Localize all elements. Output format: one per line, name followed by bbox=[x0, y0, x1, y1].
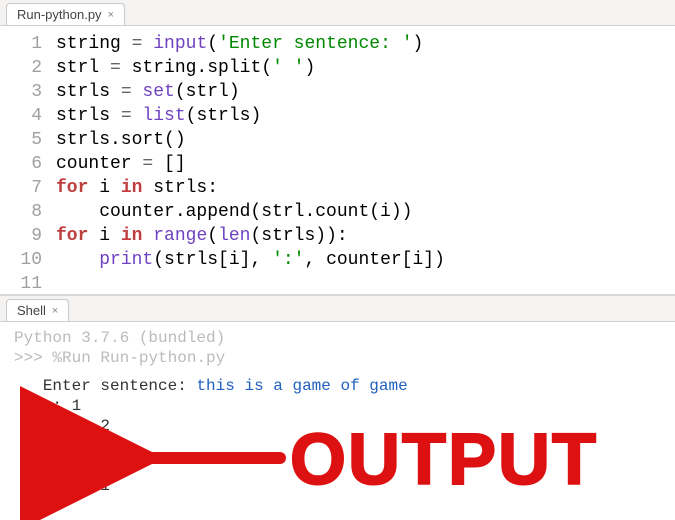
close-icon[interactable]: × bbox=[108, 9, 114, 21]
tab-label: Run-python.py bbox=[17, 7, 102, 22]
line-number: 10 bbox=[0, 248, 42, 272]
line-number: 3 bbox=[0, 80, 42, 104]
shell-prompt: >>> bbox=[14, 349, 43, 367]
program-output-line: game : 2 bbox=[14, 416, 665, 436]
shell-command: %Run Run-python.py bbox=[52, 349, 225, 367]
shell-tab[interactable]: Shell × bbox=[6, 299, 69, 321]
line-number: 7 bbox=[0, 176, 42, 200]
program-output-line: of : 1 bbox=[14, 456, 665, 476]
close-icon[interactable]: × bbox=[52, 305, 58, 317]
input-prompt-text: Enter sentence: bbox=[43, 377, 187, 395]
program-output-line: is : 1 bbox=[14, 436, 665, 456]
code-area[interactable]: string = input('Enter sentence: ')strl =… bbox=[50, 26, 675, 294]
line-number: 6 bbox=[0, 152, 42, 176]
code-line: counter.append(strl.count(i)) bbox=[56, 200, 675, 224]
code-line: strls = list(strls) bbox=[56, 104, 675, 128]
code-line: for i in range(len(strls)): bbox=[56, 224, 675, 248]
tab-label: Shell bbox=[17, 303, 46, 318]
code-line: strls = set(strl) bbox=[56, 80, 675, 104]
shell-output[interactable]: Python 3.7.6 (bundled) >>> %Run Run-pyth… bbox=[0, 322, 675, 502]
line-number: 1 bbox=[0, 32, 42, 56]
editor-tab-run-python[interactable]: Run-python.py × bbox=[6, 3, 125, 25]
user-typed-input: this is a game of game bbox=[196, 377, 407, 395]
code-line: strl = string.split(' ') bbox=[56, 56, 675, 80]
program-input-line: Enter sentence: this is a game of game bbox=[14, 376, 665, 396]
line-number: 8 bbox=[0, 200, 42, 224]
editor-tab-bar: Run-python.py × bbox=[0, 0, 675, 26]
line-number: 5 bbox=[0, 128, 42, 152]
code-line: strls.sort() bbox=[56, 128, 675, 152]
code-line bbox=[56, 272, 675, 296]
shell-command-line: >>> %Run Run-python.py bbox=[14, 348, 665, 368]
code-editor[interactable]: 1234567891011 string = input('Enter sent… bbox=[0, 26, 675, 294]
python-version-banner: Python 3.7.6 (bundled) bbox=[14, 328, 665, 348]
line-number: 11 bbox=[0, 272, 42, 296]
code-line: string = input('Enter sentence: ') bbox=[56, 32, 675, 56]
code-line: counter = [] bbox=[56, 152, 675, 176]
code-line: print(strls[i], ':', counter[i]) bbox=[56, 248, 675, 272]
line-number: 4 bbox=[0, 104, 42, 128]
shell-tab-bar: Shell × bbox=[0, 296, 675, 322]
code-line: for i in strls: bbox=[56, 176, 675, 200]
line-number: 2 bbox=[0, 56, 42, 80]
program-output-line: this : 1 bbox=[14, 476, 665, 496]
line-number-gutter: 1234567891011 bbox=[0, 26, 50, 294]
program-output-line: a : 1 bbox=[14, 396, 665, 416]
line-number: 9 bbox=[0, 224, 42, 248]
